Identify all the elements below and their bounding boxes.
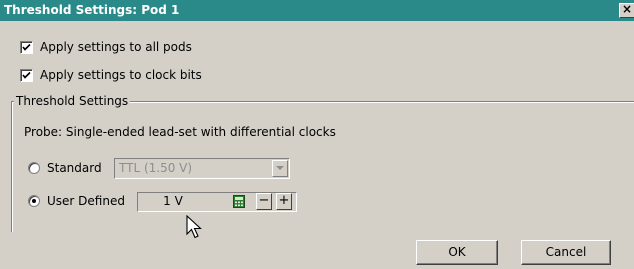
threshold-settings-group — [11, 101, 634, 251]
window-title: Threshold Settings: Pod 1 — [4, 3, 180, 17]
user-defined-radio[interactable] — [28, 195, 40, 207]
close-button[interactable]: × — [619, 3, 634, 18]
chevron-down-icon — [276, 166, 284, 170]
apply-all-pods-checkbox[interactable] — [20, 41, 33, 54]
standard-select-value: TTL (1.50 V) — [119, 161, 193, 175]
threshold-settings-legend: Threshold Settings — [14, 94, 131, 108]
title-bar: Threshold Settings: Pod 1 — [0, 0, 634, 21]
ok-button[interactable]: OK — [416, 240, 498, 265]
mouse-pointer-icon — [186, 215, 202, 239]
standard-select-dropdown-button — [272, 160, 288, 177]
apply-clock-bits-checkbox[interactable] — [20, 69, 33, 82]
user-defined-label: User Defined — [47, 194, 125, 208]
close-icon: × — [621, 2, 633, 16]
calculator-button[interactable] — [232, 194, 246, 209]
minus-icon: − — [258, 193, 270, 208]
radio-selected-dot — [32, 199, 36, 203]
calculator-icon — [233, 195, 245, 208]
standard-label: Standard — [47, 161, 102, 175]
apply-clock-bits-label: Apply settings to clock bits — [40, 68, 202, 82]
increment-button[interactable]: + — [276, 193, 292, 210]
checkmark-icon — [22, 71, 31, 79]
standard-select: TTL (1.50 V) — [114, 158, 290, 179]
probe-description: Probe: Single-ended lead-set with differ… — [24, 125, 336, 139]
decrement-button[interactable]: − — [256, 193, 272, 210]
standard-radio[interactable] — [28, 162, 40, 174]
checkmark-icon — [22, 43, 31, 51]
apply-all-pods-label: Apply settings to all pods — [40, 40, 192, 54]
cancel-button[interactable]: Cancel — [521, 240, 611, 265]
user-defined-value: 1 V — [163, 194, 183, 208]
plus-icon: + — [278, 193, 290, 208]
